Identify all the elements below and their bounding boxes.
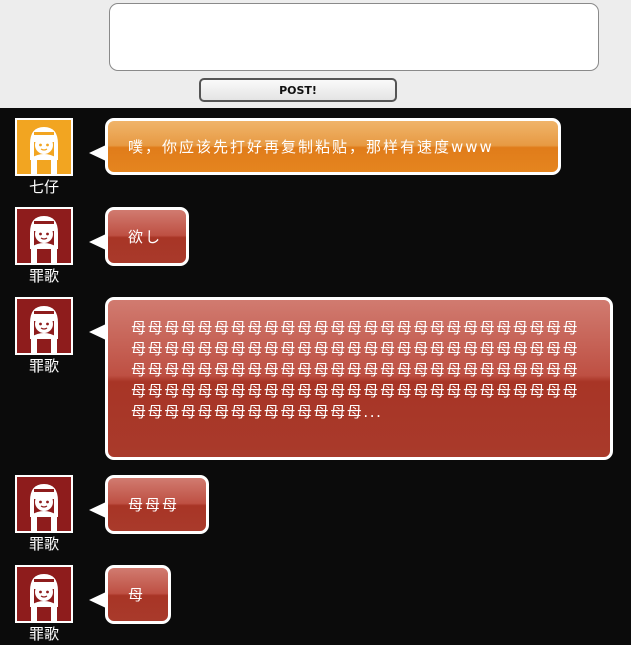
bubble-tail <box>89 145 106 161</box>
message-bubble: 噗，你应该先打好再复制粘贴，那样有速度www <box>89 118 561 175</box>
username[interactable]: 罪歌 <box>15 536 73 552</box>
message-text: 母 <box>128 585 146 604</box>
username[interactable]: 罪歌 <box>15 268 73 284</box>
nun-avatar-red-icon <box>17 567 71 621</box>
message-text: 噗，你应该先打好再复制粘贴，那样有速度www <box>128 137 494 156</box>
message-text: 母母母 <box>128 495 180 514</box>
message-input[interactable] <box>109 3 599 71</box>
message-bubble: 母母母 <box>89 475 209 534</box>
chat-list: 七仔 噗，你应该先打好再复制粘贴，那样有速度www 罪歌 欲し 罪歌 母母母母母… <box>0 108 631 644</box>
username[interactable]: 罪歌 <box>15 626 73 642</box>
bubble-tail <box>89 234 106 250</box>
user-avatar[interactable] <box>15 118 73 176</box>
chat-message: 七仔 噗，你应该先打好再复制粘贴，那样有速度www <box>0 118 631 198</box>
user-avatar[interactable] <box>15 475 73 533</box>
username[interactable]: 七仔 <box>15 179 73 195</box>
bubble-tail <box>89 592 106 608</box>
username[interactable]: 罪歌 <box>15 358 73 374</box>
message-text: 欲し <box>128 227 163 246</box>
post-button[interactable]: POST! <box>199 78 397 102</box>
bubble-tail <box>89 502 106 518</box>
user-avatar[interactable] <box>15 565 73 623</box>
bubble-tail <box>89 324 106 340</box>
message-text: 母母母母母母母母母母母母母母母母母母母母母母母母母母母母母母母母母母母母母母母母… <box>131 319 580 421</box>
message-bubble: 欲し <box>89 207 189 266</box>
chat-message: 罪歌 欲し <box>0 207 631 287</box>
composer-area: POST! <box>0 0 631 108</box>
message-bubble: 母母母母母母母母母母母母母母母母母母母母母母母母母母母母母母母母母母母母母母母母… <box>89 297 613 460</box>
nun-avatar-red-icon <box>17 477 71 531</box>
nun-avatar-red-icon <box>17 299 71 353</box>
chat-message: 罪歌 母母母母母母母母母母母母母母母母母母母母母母母母母母母母母母母母母母母母母… <box>0 297 631 469</box>
message-bubble: 母 <box>89 565 171 624</box>
nun-avatar-orange-icon <box>17 120 71 174</box>
nun-avatar-red-icon <box>17 209 71 263</box>
user-avatar[interactable] <box>15 297 73 355</box>
chat-message: 罪歌 母 <box>0 565 631 645</box>
user-avatar[interactable] <box>15 207 73 265</box>
chat-message: 罪歌 母母母 <box>0 475 631 555</box>
